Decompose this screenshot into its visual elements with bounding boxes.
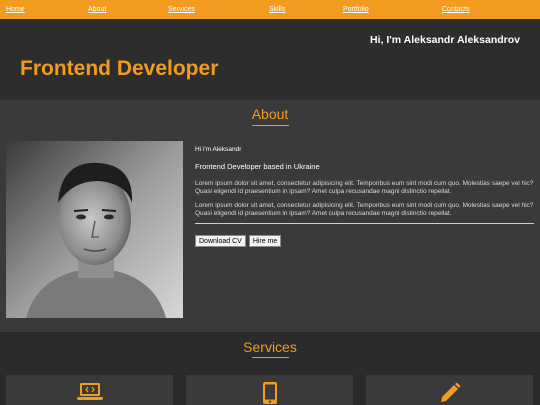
services-section: Services: [0, 332, 540, 405]
services-heading-underline: [252, 357, 289, 358]
top-nav: Home About Services Skills Portfolio Con…: [0, 0, 540, 19]
hire-me-button[interactable]: Hire me: [248, 235, 282, 247]
about-subtitle: Frontend Developer based in Ukraine: [195, 162, 320, 171]
nav-services-link[interactable]: Services: [168, 5, 195, 14]
about-paragraph-2: Lorem ipsum dolor sit amet, consectetur …: [195, 202, 534, 217]
about-divider: [195, 223, 534, 224]
hero-greeting: Hi, I'm Aleksandr Aleksandrov: [370, 34, 520, 46]
mobile-phone-icon: [262, 382, 277, 405]
about-paragraph-1: Lorem ipsum dolor sit amet, consectetur …: [195, 180, 534, 195]
nav-contacts-link[interactable]: Contacts: [442, 5, 470, 14]
services-heading: Services: [243, 339, 297, 355]
service-card-mobile: [186, 375, 353, 405]
pencil-icon: [439, 382, 461, 405]
service-card-web: [6, 375, 173, 405]
about-hi: Hi i'm Aleksandr: [195, 146, 242, 153]
nav-about-link[interactable]: About: [88, 5, 106, 14]
hero-section: Hi, I'm Aleksandr Aleksandrov Frontend D…: [0, 19, 540, 100]
nav-portfolio-link[interactable]: Portfolio: [343, 5, 369, 14]
portrait-image: [6, 141, 183, 318]
service-card-design: [366, 375, 533, 405]
about-text-block: Hi i'm Aleksandr Frontend Developer base…: [195, 146, 534, 247]
about-heading-underline: [252, 125, 289, 126]
hero-title: Frontend Developer: [20, 57, 219, 80]
laptop-code-icon: [76, 382, 103, 405]
profile-photo: [6, 141, 183, 318]
download-cv-button[interactable]: Download CV: [195, 235, 246, 247]
about-buttons: Download CV Hire me: [195, 235, 534, 247]
nav-home-link[interactable]: Home: [6, 5, 25, 14]
about-heading: About: [251, 106, 289, 122]
about-section: About Hi i'm Aleksandr Frontend Develope…: [0, 100, 540, 332]
nav-skills-link[interactable]: Skills: [269, 5, 285, 14]
